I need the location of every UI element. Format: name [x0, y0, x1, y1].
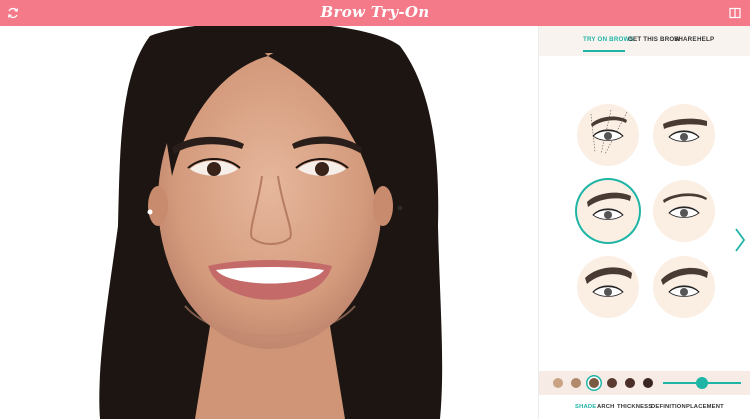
tab-get-this-brow[interactable]: GET THIS BROW — [628, 36, 680, 43]
tab-help[interactable]: HELP — [697, 36, 714, 43]
model-face-photo — [99, 26, 443, 419]
tab-share[interactable]: SHARE — [674, 36, 697, 43]
brow-option-soft-arch[interactable] — [577, 180, 639, 242]
shade-swatch-2[interactable] — [571, 378, 581, 388]
adjust-tab-definition[interactable]: DEFINITION — [651, 404, 686, 410]
tab-try-on-brows[interactable]: TRY ON BROWS — [583, 36, 634, 43]
brow-option-thin-arch[interactable] — [653, 180, 715, 242]
adjust-tab-placement[interactable]: PLACEMENT — [686, 404, 724, 410]
brow-panel: TRY ON BROWS GET THIS BROW SHARE HELP SH… — [538, 26, 750, 419]
brow-option-straight-thick[interactable] — [653, 104, 715, 166]
brow-option-guide[interactable] — [577, 104, 639, 166]
shade-bar — [539, 371, 750, 395]
chevron-right-icon[interactable] — [733, 226, 747, 254]
adjust-tab-shade[interactable]: SHADE — [575, 404, 596, 410]
split-view-icon[interactable] — [726, 4, 744, 22]
brow-option-full-arch[interactable] — [577, 256, 639, 318]
tabs-bar: TRY ON BROWS GET THIS BROW SHARE HELP — [539, 26, 750, 56]
shade-swatch-1[interactable] — [553, 378, 563, 388]
shade-swatch-4[interactable] — [607, 378, 617, 388]
adjust-tab-arch[interactable]: ARCH — [597, 404, 615, 410]
model-photo — [0, 26, 538, 419]
adjust-nav: SHADE ARCH THICKNESS DEFINITION PLACEMEN… — [539, 396, 750, 419]
active-tab-indicator — [583, 50, 625, 52]
slider-thumb[interactable] — [696, 377, 708, 389]
shade-swatch-5[interactable] — [625, 378, 635, 388]
shade-swatch-3[interactable] — [589, 378, 599, 388]
brow-option-bold-arch[interactable] — [653, 256, 715, 318]
shade-swatch-6[interactable] — [643, 378, 653, 388]
app-header: Brow Try-On — [0, 0, 750, 26]
app-title: Brow Try-On — [320, 3, 430, 21]
brow-style-grid — [539, 56, 750, 374]
adjust-tab-thickness[interactable]: THICKNESS — [617, 404, 652, 410]
